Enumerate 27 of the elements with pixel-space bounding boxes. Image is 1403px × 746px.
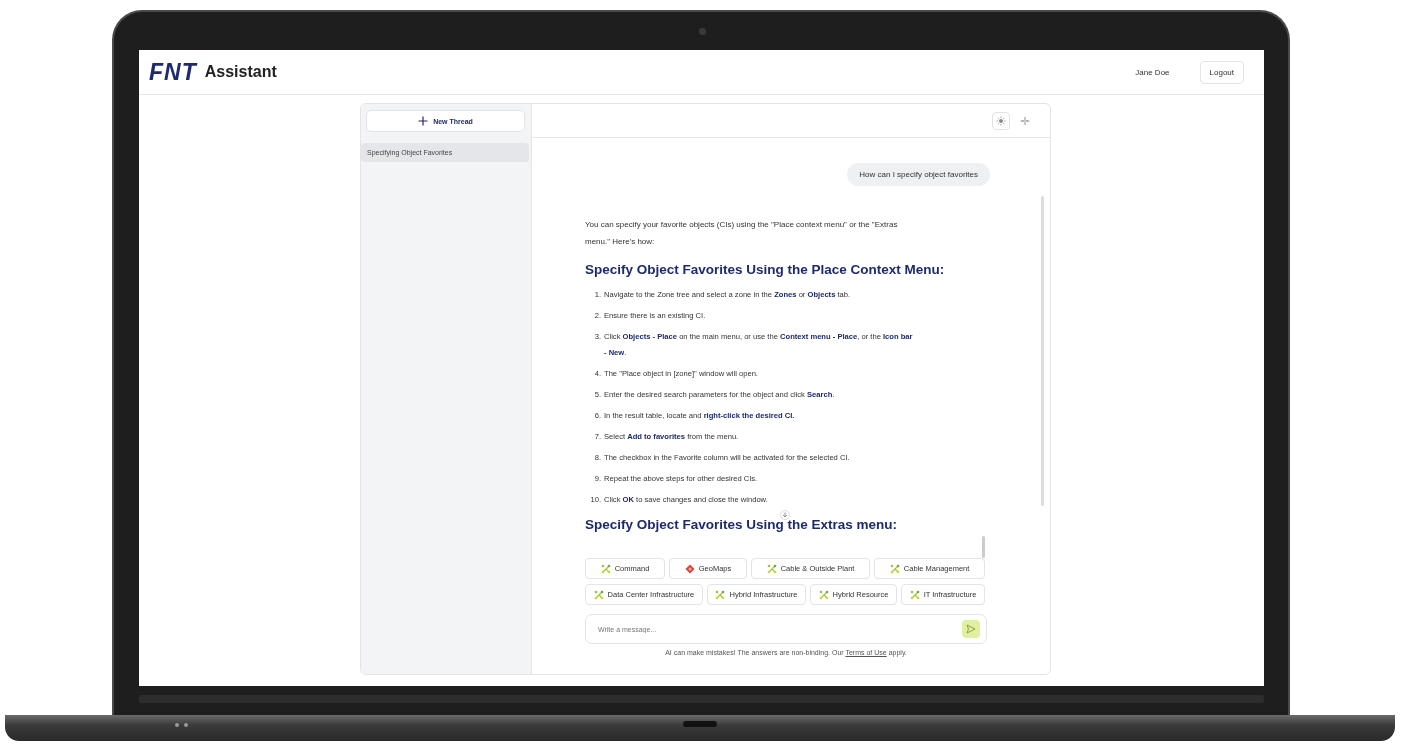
sun-icon	[996, 115, 1006, 126]
scrollbar[interactable]	[1041, 196, 1044, 506]
network-icon	[715, 589, 726, 600]
camera-icon	[699, 28, 706, 35]
logout-button[interactable]: Logout	[1199, 60, 1244, 84]
network-icon	[818, 589, 829, 600]
scrollbar[interactable]	[982, 536, 985, 558]
network-icon	[593, 589, 604, 600]
scroll-down-button[interactable]	[780, 510, 790, 520]
send-icon	[966, 624, 976, 634]
logo-mark: FNT	[149, 58, 197, 86]
sun-button[interactable]	[992, 111, 1010, 130]
answer-intro: You can specify your favorite objects (CIs) using the "Place context menu" or the "Extras menu." Here's how:	[585, 219, 899, 248]
plus-icon	[418, 116, 429, 126]
network-icon	[600, 563, 611, 574]
network-icon	[889, 563, 900, 574]
send-button[interactable]	[962, 620, 980, 638]
network-icon	[766, 563, 777, 574]
app-title: Assistant	[204, 63, 277, 81]
answer-heading: Specify Object Favorites Using the Place Context Menu:	[585, 262, 946, 277]
arrow-down-icon	[782, 512, 788, 518]
user-name: Jane Doe	[1135, 67, 1170, 77]
collapse-icon	[1020, 115, 1030, 126]
answer-heading: Specify Object Favorites Using the Extras menu:	[585, 517, 899, 532]
network-icon	[909, 589, 920, 600]
user-message: How can I specify object favorites	[847, 163, 990, 186]
diamond-icon	[684, 563, 695, 574]
